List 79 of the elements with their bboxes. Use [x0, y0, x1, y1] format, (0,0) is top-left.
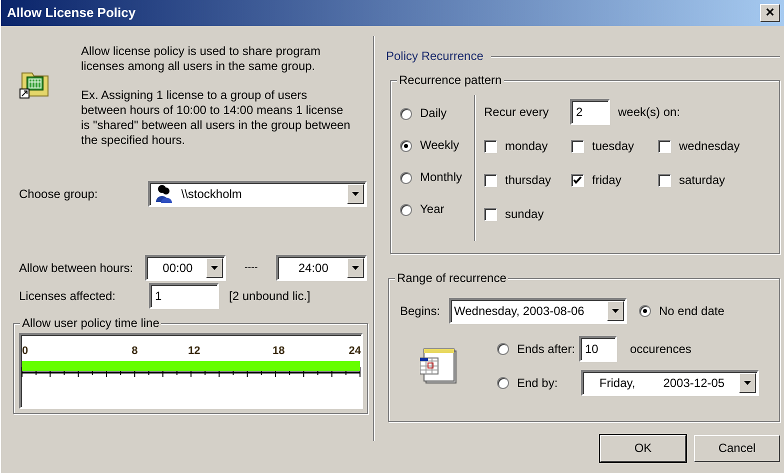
separator-text: ----: [244, 262, 258, 274]
occurrences-input[interactable]: 10: [579, 336, 617, 362]
radio-button[interactable]: [400, 140, 412, 152]
radio-label[interactable]: Year: [420, 202, 444, 217]
checkbox-label[interactable]: monday: [505, 139, 548, 154]
field-label: Allow between hours:: [19, 260, 134, 276]
radio-label[interactable]: Ends after:: [517, 342, 576, 356]
description-text: Allow license policy is used to share program licenses among all users in the same group.: [81, 44, 322, 74]
radio-label[interactable]: End by:: [517, 376, 558, 390]
dropdown-arrow-button[interactable]: [206, 258, 224, 278]
dropdown-arrow-button[interactable]: [347, 258, 364, 278]
radio-button[interactable]: [400, 172, 412, 184]
caret-icon: [352, 192, 359, 196]
date-dropdown[interactable]: Friday, 2003-12-05: [581, 370, 759, 396]
dropdown-value: Wednesday, 2003-08-06: [454, 304, 584, 318]
field-label: Begins:: [400, 304, 442, 318]
checkbox[interactable]: [658, 140, 671, 153]
caret-icon: [612, 309, 619, 313]
radio-button[interactable]: [497, 343, 509, 355]
hour-label: 24: [348, 345, 361, 359]
calendar-icon: [420, 348, 457, 384]
caret-icon: [744, 381, 751, 385]
dropdown-value: Friday,: [599, 376, 636, 390]
checkbox-label[interactable]: saturday: [679, 173, 726, 188]
caret-icon: [211, 266, 218, 270]
checkbox-label[interactable]: tuesday: [592, 139, 634, 154]
description-text: Ex. Assigning 1 license to a group of users between hours of 10:00 to 14:00 means 1 license is "shared" between all users in the group between the specified hours.: [81, 88, 352, 148]
field-label: Choose group:: [19, 186, 99, 202]
hour-dropdown[interactable]: 24:00: [276, 255, 367, 281]
field-label: Recur every: [484, 104, 550, 120]
checkbox[interactable]: [484, 140, 497, 153]
dropdown-arrow-button[interactable]: [347, 184, 364, 204]
date-dropdown[interactable]: Wednesday, 2003-08-06: [449, 298, 627, 324]
radio-label[interactable]: No end date: [659, 304, 724, 318]
radio-label[interactable]: Weekly: [420, 138, 460, 153]
dropdown-arrow-button[interactable]: [739, 373, 756, 393]
radio-label[interactable]: Monthly: [420, 170, 462, 185]
checkbox[interactable]: [484, 174, 497, 187]
close-button[interactable]: ×: [760, 4, 780, 22]
dropdown-value: 2003-12-05: [663, 376, 725, 390]
radio-button[interactable]: [497, 377, 509, 389]
checkbox-label[interactable]: thursday: [505, 173, 552, 188]
caret-icon: [352, 266, 359, 270]
dropdown-value: \\stockholm: [181, 186, 242, 202]
radio-label[interactable]: Daily: [420, 106, 447, 121]
check-icon: [572, 175, 583, 186]
checkbox[interactable]: [571, 174, 584, 187]
hour-dropdown[interactable]: 00:00: [144, 255, 226, 281]
cancel-button[interactable]: Cancel: [694, 435, 780, 462]
hour-label: 0: [22, 345, 28, 359]
group-icon: [153, 184, 174, 204]
checkbox[interactable]: [484, 208, 497, 221]
checkbox-label[interactable]: sunday: [505, 207, 544, 222]
radio-button[interactable]: [400, 108, 412, 120]
hour-label: 8: [132, 345, 138, 359]
unit-label: week(s) on:: [618, 104, 680, 120]
checkbox[interactable]: [658, 174, 671, 187]
radio-button[interactable]: [400, 204, 412, 216]
checkbox-label[interactable]: friday: [592, 173, 622, 188]
window-title: Allow License Policy: [7, 4, 136, 22]
note-text: [2 unbound lic.]: [229, 288, 310, 304]
checkbox-label[interactable]: wednesday: [679, 139, 740, 154]
group-title: Recurrence pattern: [397, 73, 504, 88]
group-title: Allow user policy time line: [20, 316, 162, 331]
unit-label: occurences: [630, 342, 692, 356]
group-dropdown[interactable]: \\stockholm: [148, 181, 367, 207]
dropdown-value: 24:00: [298, 260, 328, 276]
radio-button[interactable]: [639, 305, 651, 317]
dropdown-value: 00:00: [162, 260, 193, 276]
checkbox[interactable]: [571, 140, 584, 153]
group-title: Range of recurrence: [395, 271, 508, 286]
hour-label: 12: [188, 345, 200, 359]
licenses-input[interactable]: 1: [149, 283, 219, 309]
ok-button[interactable]: OK: [600, 435, 686, 462]
section-title: Policy Recurrence: [386, 49, 484, 64]
field-label: Licenses affected:: [19, 288, 117, 304]
dropdown-arrow-button[interactable]: [607, 301, 624, 321]
recur-input[interactable]: 2: [570, 99, 610, 125]
hour-label: 18: [272, 345, 285, 359]
